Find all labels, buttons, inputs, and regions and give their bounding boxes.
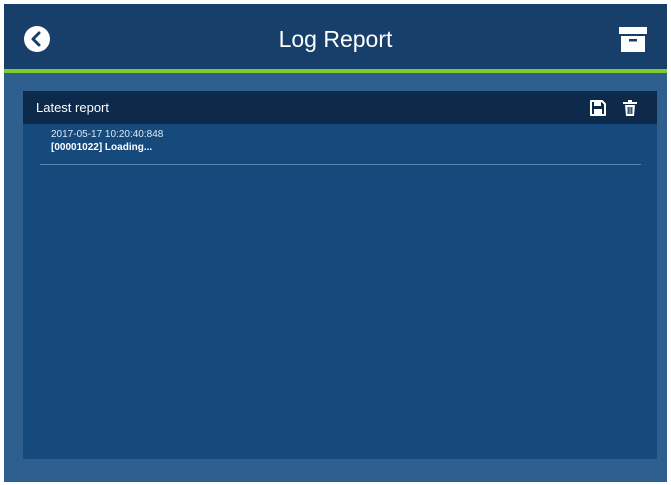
- report-panel: Latest report 2017-05-17 10:20:40:848 [0…: [23, 91, 657, 459]
- panel-title: Latest report: [36, 100, 109, 115]
- log-divider: [40, 164, 641, 165]
- trash-icon: [623, 100, 637, 116]
- page-title: Log Report: [278, 26, 393, 52]
- header-accent-line: [4, 69, 667, 73]
- panel-header: Latest report: [23, 91, 657, 124]
- log-timestamp: 2017-05-17 10:20:40:848: [51, 129, 164, 140]
- log-entry: 2017-05-17 10:20:40:848 [00001022] Loadi…: [51, 129, 641, 154]
- archive-button[interactable]: [618, 25, 648, 53]
- log-message: [00001022] Loading...: [51, 142, 153, 153]
- floppy-disk-icon: [590, 100, 606, 116]
- app-window: Log Report Latest report 2017-05-17 10:2…: [4, 4, 667, 482]
- save-button[interactable]: [589, 99, 607, 117]
- delete-button[interactable]: [621, 99, 639, 117]
- top-bar: Log Report: [4, 4, 667, 69]
- archive-icon: [619, 27, 647, 52]
